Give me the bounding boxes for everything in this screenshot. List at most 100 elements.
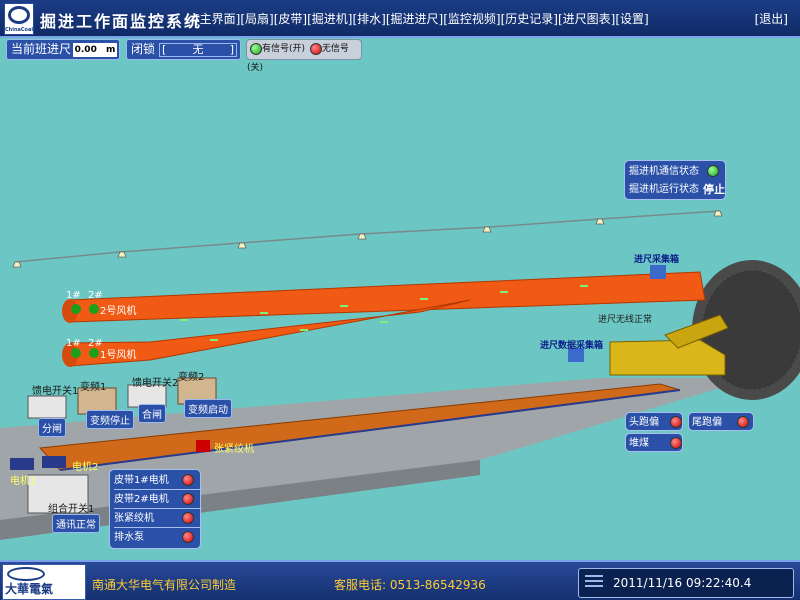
service-phone: 客服电话: 0513-86542936 [334,578,486,592]
roadheader-comm-icon [707,165,719,177]
head-deviation-label: 头跑偏 [629,417,659,428]
logo-mark-icon [8,6,30,24]
title-bar: ChinaCoal 掘进工作面监控系统 [主界面][局扇][皮带][掘进机][排… [0,0,800,38]
tension-winch-row: 张紧绞机 [114,509,202,528]
switch-1-label: 馈电开关1 [32,386,79,397]
open-switch-button[interactable]: 分闸 [38,418,66,437]
exit-button[interactable]: [退出] [755,10,788,27]
belt-motor-2-label: 皮带2#电机 [114,494,169,505]
coal-pileup-icon[interactable] [670,437,682,449]
switch-2-label: 馈电开关2 [132,378,179,389]
company-logo-mark-icon [7,567,45,581]
close-switch-button[interactable]: 合闸 [138,404,166,423]
shift-distance-number: 0.00 [74,45,97,55]
company-name: 南通大华电气有限公司制造 [92,578,237,592]
app-title: 掘进工作面监控系统 [40,12,203,31]
roadheader-comm-label: 掘进机通信状态 [629,166,699,177]
tail-deviation-icon[interactable] [737,416,749,428]
menu-advance[interactable]: [掘进进尺] [386,12,443,26]
data-collector-label: 进尺数据采集箱 [540,341,604,351]
shift-distance-unit: m [105,45,116,55]
belt-motor-1-row: 皮带1#电机 [114,471,202,490]
belt-status-panel: 皮带1#电机 皮带2#电机 张紧绞机 排水泵 [109,469,202,549]
collector-label: 进尺采集箱 [634,255,680,265]
clock-box: 2011/11/16 09:22:40.4 [578,568,794,598]
drain-pump-icon[interactable] [182,531,194,543]
comm-ok-button[interactable]: 通讯正常 [52,514,100,533]
fan-2-label[interactable]: 2号风机 [100,302,136,317]
footer-bar: 大華電氣 南通大华电气有限公司制造 客服电话: 0513-86542936 20… [0,560,800,600]
vfd-start-button[interactable]: 变频启动 [184,399,232,418]
tension-winch-label: 张紧绞机 [214,444,254,455]
lamps [12,210,723,268]
coal-pileup-label: 堆煤 [629,438,649,449]
fan-icon [71,348,81,358]
drain-pump-row: 排水泵 [114,528,202,547]
fan-1-num-1: 1# [66,338,81,349]
feeder-switch-1 [27,395,67,419]
menu-video[interactable]: [监控视频] [443,12,500,26]
head-deviation-icon[interactable] [670,416,682,428]
menu-roadheader[interactable]: [掘进机] [307,12,352,26]
motor-1-label: 电机1 [10,476,37,487]
belt-motor-2-row: 皮带2#电机 [114,490,202,509]
lock-bracket-left: [ [162,43,167,56]
company-logo: 大華電氣 [2,564,86,600]
lock-value: [ 无 ] [159,43,237,57]
menu-belt[interactable]: [皮带] [274,12,307,26]
tail-deviation-label: 尾跑偏 [692,417,722,428]
wireless-label: 进尺无线正常 [598,315,653,325]
drain-pump-label: 排水泵 [114,532,144,543]
logo-caption: ChinaCoal [5,27,34,33]
lock-value-text: 无 [192,43,204,56]
company-logo-text: 大華電氣 [5,582,54,596]
tension-winch-row-label: 张紧绞机 [114,513,154,524]
motor-2-label: 电机2 [72,462,99,473]
fan-2-num-2: 2# [88,290,103,301]
vfd-2-label: 变频2 [178,372,205,383]
tail-deviation-box: 尾跑偏 [688,412,754,431]
fan-icon [89,348,99,358]
datetime-display: 2011/11/16 09:22:40.4 [613,576,752,590]
motor-1 [10,458,34,470]
belt-motor-1-icon[interactable] [182,474,194,486]
shift-distance-label: 当前班进尺 [11,42,72,56]
tension-winch [196,440,210,452]
china-coal-logo: ChinaCoal [4,3,34,35]
signal-on-icon [250,42,262,55]
collector-box [650,265,666,279]
fan-1-label[interactable]: 1号风机 [100,346,136,361]
tension-winch-icon[interactable] [182,512,194,524]
menu-drainage[interactable]: [排水] [353,12,386,26]
menu-main[interactable]: [主界面] [195,12,240,26]
belt-motor-1-label: 皮带1#电机 [114,475,169,486]
menu-advance-chart[interactable]: [进尺图表] [558,12,615,26]
coal-pileup-box: 堆煤 [625,433,683,452]
roadheader-run-value: 停止 [703,183,725,196]
menu-history[interactable]: [历史记录] [501,12,558,26]
roadheader-run-row: 掘进机运行状态 停止 [629,180,725,199]
signal-on-label: 有信号(开) [262,44,306,54]
menu-local-fan[interactable]: [局扇] [240,12,273,26]
main-menu: [主界面][局扇][皮带][掘进机][排水][掘进进尺][监控视频][历史记录]… [195,10,649,27]
motor-2 [42,456,66,468]
roadheader-comm-row: 掘进机通信状态 [629,162,725,181]
menu-lines-icon [585,575,603,590]
fan-icon [89,304,99,314]
shift-distance-box: 当前班进尺 0.00 m [6,39,120,60]
lock-bracket-right: ] [229,43,234,56]
shift-distance-value: 0.00 m [73,43,117,57]
vfd-1-label: 变频1 [80,382,107,393]
roadheader [609,339,726,376]
fan-2-num-1: 1# [66,290,81,301]
roadheader-status-panel: 掘进机通信状态 掘进机运行状态 停止 [624,160,726,200]
combo-switch-label: 组合开关1 [48,504,95,515]
signal-legend: 有信号(开) 无信号(关) [246,39,362,73]
menu-settings[interactable]: [设置] [615,12,648,26]
belt-motor-2-icon[interactable] [182,493,194,505]
lock-box: 闭锁 [ 无 ] [126,39,241,60]
signal-off-icon [309,42,322,55]
vfd-stop-button[interactable]: 变频停止 [86,410,134,429]
roadheader-run-label: 掘进机运行状态 [629,184,699,195]
lamp-icon [12,261,22,268]
